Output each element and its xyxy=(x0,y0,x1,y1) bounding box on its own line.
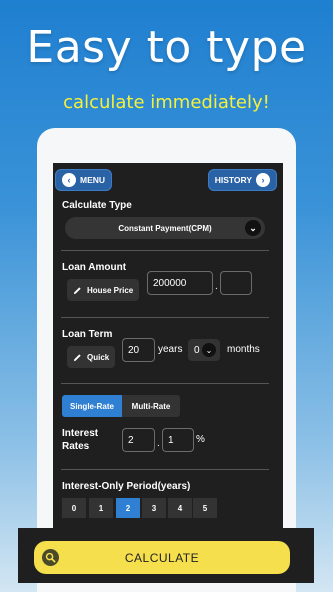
multi-rate-tab[interactable]: Multi-Rate xyxy=(122,395,180,417)
interest-separator: . xyxy=(157,438,160,449)
calculate-type-label: Calculate Type xyxy=(62,200,132,211)
percent-unit: % xyxy=(196,434,205,445)
interest-int-input[interactable]: 2 xyxy=(122,428,155,452)
calculate-type-dropdown[interactable]: Constant Payment(CPM) ⌄ xyxy=(65,217,265,239)
pencil-icon xyxy=(73,353,81,361)
single-rate-tab[interactable]: Single-Rate xyxy=(62,395,122,417)
divider xyxy=(61,317,269,318)
period-option-3[interactable]: 3 xyxy=(142,498,166,518)
chevron-down-icon: ⌄ xyxy=(202,343,216,357)
calculator-screen: ‹ MENU HISTORY › Calculate Type Constant… xyxy=(53,163,283,533)
search-icon xyxy=(42,549,59,566)
decimal-separator: . xyxy=(215,281,218,292)
calculate-button[interactable]: CALCULATE xyxy=(34,541,290,574)
interest-label: Interest xyxy=(62,428,99,439)
pencil-icon xyxy=(73,286,81,294)
menu-label: MENU xyxy=(80,175,106,185)
history-button[interactable]: HISTORY › xyxy=(207,169,277,191)
house-price-button[interactable]: House Price xyxy=(67,279,140,301)
quick-label: Quick xyxy=(87,352,110,362)
loan-term-label: Loan Term xyxy=(62,329,113,340)
divider xyxy=(61,383,269,384)
months-value: 0 xyxy=(194,344,200,356)
rates-label: Rates xyxy=(62,441,90,452)
loan-amount-decimal-input[interactable] xyxy=(220,271,252,295)
period-option-0[interactable]: 0 xyxy=(62,498,86,518)
divider xyxy=(61,469,269,470)
loan-term-months-select[interactable]: 0 ⌄ xyxy=(188,339,220,361)
calculate-type-value: Constant Payment(CPM) xyxy=(118,223,212,233)
months-unit: months xyxy=(227,344,260,355)
period-option-5[interactable]: 5 xyxy=(193,498,217,518)
calculate-label: CALCULATE xyxy=(124,550,200,565)
promo-subline: calculate immediately! xyxy=(63,92,270,113)
loan-amount-input[interactable]: 200000 xyxy=(147,271,213,295)
promo-headline: Easy to type xyxy=(26,22,307,73)
chevron-down-icon: ⌄ xyxy=(245,220,261,236)
interest-decimal-input[interactable]: 1 xyxy=(162,428,194,452)
period-option-1[interactable]: 1 xyxy=(89,498,113,518)
chevron-left-icon: ‹ xyxy=(62,173,76,187)
divider xyxy=(61,250,269,251)
loan-amount-label: Loan Amount xyxy=(62,262,127,273)
house-price-label: House Price xyxy=(87,285,134,295)
period-option-4[interactable]: 4 xyxy=(168,498,192,518)
chevron-right-icon: › xyxy=(256,173,270,187)
interest-only-label: Interest-Only Period(years) xyxy=(62,481,191,492)
quick-button[interactable]: Quick xyxy=(67,346,116,368)
history-label: HISTORY xyxy=(214,175,252,185)
years-unit: years xyxy=(158,344,183,355)
menu-button[interactable]: ‹ MENU xyxy=(55,169,113,191)
period-option-2[interactable]: 2 xyxy=(116,498,140,518)
loan-term-years-input[interactable]: 20 xyxy=(122,338,155,362)
